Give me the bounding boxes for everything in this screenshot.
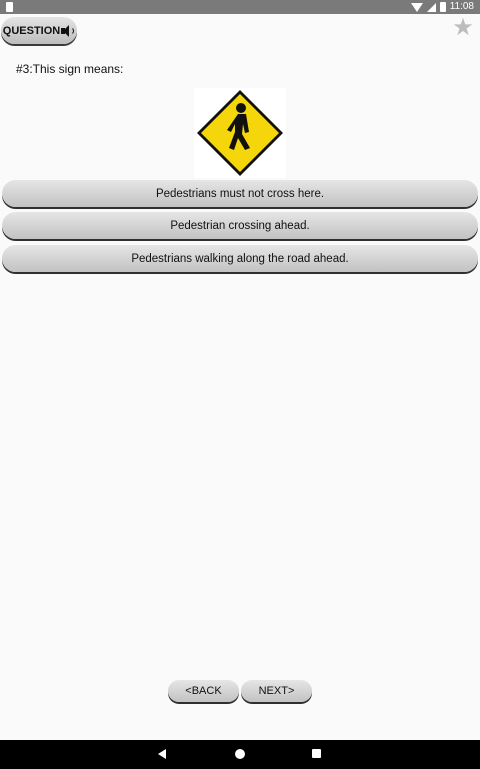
status-time: 11:08 xyxy=(449,1,474,12)
system-navigation-bar xyxy=(0,740,480,769)
battery-icon xyxy=(439,2,446,12)
cell-signal-icon xyxy=(426,2,436,12)
notification-icon xyxy=(6,2,13,12)
next-button[interactable]: NEXT> xyxy=(241,680,312,702)
back-button[interactable]: <BACK xyxy=(168,680,239,702)
answer-option-3[interactable]: Pedestrians walking along the road ahead… xyxy=(2,245,478,272)
speaker-icon xyxy=(61,24,75,37)
nav-back-icon[interactable] xyxy=(158,749,166,759)
pedestrian-crossing-sign-image xyxy=(194,88,286,178)
question-button-label: QUESTION xyxy=(2,24,61,37)
answer-option-1[interactable]: Pedestrians must not cross here. xyxy=(2,180,478,207)
status-bar: 11:08 xyxy=(0,0,480,14)
pedestrian-crossing-sign-icon xyxy=(197,90,283,176)
question-prompt: #3:This sign means: xyxy=(16,62,124,76)
wifi-icon xyxy=(410,2,423,12)
nav-home-icon[interactable] xyxy=(235,749,245,759)
favorite-star-icon[interactable]: ★ xyxy=(452,16,474,40)
nav-recents-icon[interactable] xyxy=(312,749,321,758)
question-audio-button[interactable]: QUESTION xyxy=(1,17,77,44)
answer-option-2[interactable]: Pedestrian crossing ahead. xyxy=(2,212,478,239)
